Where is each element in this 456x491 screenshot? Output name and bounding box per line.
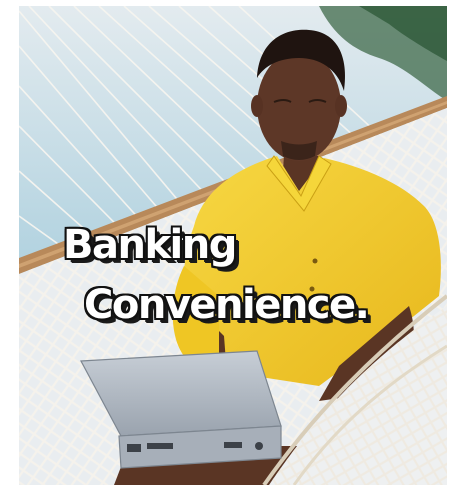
hero-photo: Banking Convenience. [19, 6, 447, 485]
hammock-laptop-illustration [19, 6, 447, 485]
